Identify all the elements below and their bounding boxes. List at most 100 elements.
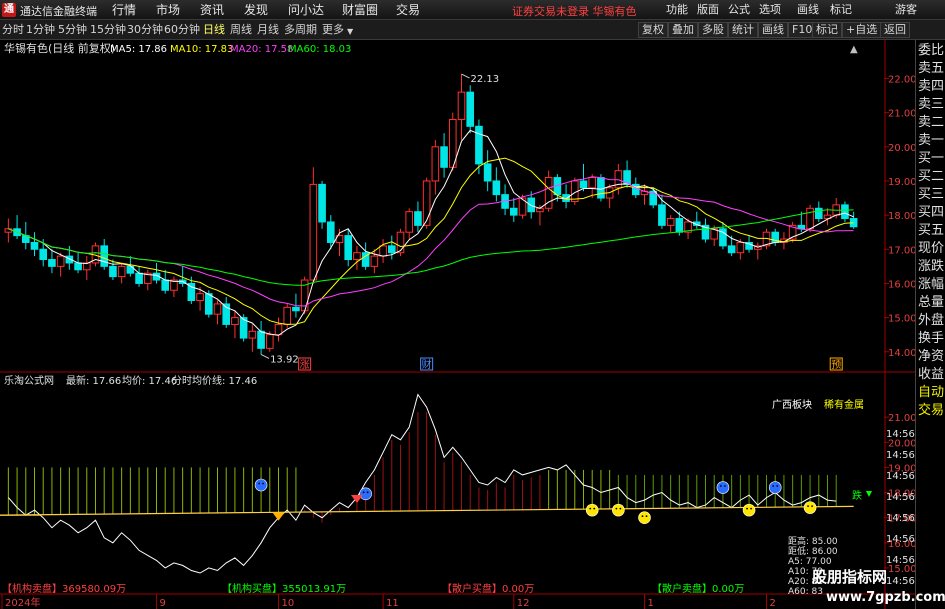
smile-face-icon-eye	[645, 515, 648, 518]
quote-field-label: 委比	[918, 43, 945, 58]
candle-body	[736, 241, 745, 254]
price-tick-label: 21.00	[888, 109, 915, 120]
quote-field-label: 卖五	[918, 61, 945, 76]
smile-face-icon	[742, 503, 756, 517]
candle-body	[806, 207, 814, 230]
candle-body	[414, 211, 422, 226]
menu-options[interactable]: 选项	[759, 3, 781, 17]
quote-field-label[interactable]: 自动	[918, 384, 945, 402]
candle-body	[309, 183, 318, 281]
more-chevron-icon[interactable]: ▼	[347, 25, 353, 39]
x-axis-label: 2024年	[5, 596, 40, 609]
stock-chart[interactable]: 22.00 21.00 20.00 19.00 18.00 17.00 16.00 15.00…	[0, 40, 917, 609]
stat-a60: A60: 83	[788, 587, 823, 597]
candle-body	[492, 180, 501, 196]
low-pointer	[260, 354, 270, 359]
menu-market[interactable]: 市场	[156, 3, 180, 17]
candle-body	[100, 245, 109, 267]
fall-signal-label: 跌	[852, 489, 862, 502]
candle-body	[344, 235, 353, 261]
menu-bar: 通 通达信金融终端 行情 市场 资讯 发现 问小达 财富圈 交易 证券交易未登录…	[0, 0, 945, 20]
candle-body	[318, 183, 326, 223]
candle-body	[379, 245, 387, 257]
smile-face-icon-eye	[589, 507, 592, 510]
low-price-label: 13.92	[270, 354, 299, 365]
tab-daily[interactable]: 日线	[203, 23, 225, 37]
tab-15min[interactable]: 15分钟	[90, 23, 126, 37]
chart-area[interactable]: 22.00 21.00 20.00 19.00 18.00 17.00 16.00 15.00…	[0, 40, 917, 609]
overlay-button[interactable]: 叠加	[668, 22, 698, 38]
menu-mark[interactable]: 标记	[830, 3, 852, 17]
time-tick-label: 14:56	[886, 471, 915, 482]
menu-layout[interactable]: 版面	[697, 3, 719, 17]
candle-body	[196, 293, 204, 302]
tab-1min[interactable]: 1分钟	[26, 23, 55, 37]
tab-monthly[interactable]: 月线	[257, 23, 279, 37]
indicator-avg-line: 分时均价线: 17.46	[172, 374, 257, 387]
multi-stock-button[interactable]: 多股	[698, 22, 728, 38]
menu-xiaoda[interactable]: 问小达	[288, 3, 324, 17]
price-tick-label: 20.00	[888, 143, 915, 154]
sad-face-icon-eye	[362, 491, 365, 494]
stock-title: 华锡有色(日线 前复权)	[4, 41, 115, 55]
mark-button[interactable]: 标记	[812, 22, 842, 38]
menu-wealth-circle[interactable]: 财富圈	[342, 3, 378, 17]
smile-face-icon-eye	[593, 507, 596, 510]
stats-button[interactable]: 统计	[728, 22, 758, 38]
quote-field-label: 换手	[918, 331, 945, 346]
sad-face-icon-eye	[262, 482, 264, 485]
time-tick-label: 14:56	[886, 576, 915, 587]
sad-face-icon-eye	[776, 485, 779, 487]
menu-quotes[interactable]: 行情	[112, 3, 136, 17]
sector-label-rare-metal: 稀有金属	[824, 398, 864, 411]
price-tick-label: 15.00	[888, 314, 915, 325]
tab-intraday[interactable]: 分时	[2, 23, 24, 37]
quote-field-label: 卖二	[918, 115, 945, 130]
retail-sell-label: 【散户卖盘】0.00万	[652, 582, 744, 595]
price-tick-label: 16.00	[888, 279, 915, 290]
candle-body	[292, 306, 300, 312]
quote-field-label: 买五	[918, 223, 945, 238]
smile-face-icon-eye	[619, 507, 622, 510]
draw-line-button[interactable]: 画线	[758, 22, 788, 38]
event-marker-label: 预	[831, 359, 841, 371]
quote-panel: 委比 卖五 卖四 卖三 卖二 卖一 买一 买二 买三 买四 买五 现价 涨跌 涨幅 总量 外盘 换手 净资 收益 自动…	[915, 40, 945, 609]
inst-sell-label: 【机构卖盘】369580.09万	[2, 582, 126, 595]
ma20-legend: MA20: 17.58	[230, 44, 293, 55]
menu-functions[interactable]: 功能	[666, 3, 688, 17]
candle-body	[588, 177, 597, 189]
retail-buy-label: 【散户买盘】0.00万	[442, 582, 534, 595]
tab-60min[interactable]: 60分钟	[164, 23, 200, 37]
candle-body	[353, 252, 361, 261]
guest-login[interactable]: 游客	[895, 3, 917, 17]
tab-30min[interactable]: 30分钟	[127, 23, 163, 37]
candle-body	[440, 146, 448, 168]
menu-discover[interactable]: 发现	[244, 3, 268, 17]
tab-more[interactable]: 更多	[322, 23, 344, 37]
ma5-legend: MA5: 17.86	[110, 44, 167, 55]
candle-body	[396, 231, 405, 254]
tab-5min[interactable]: 5分钟	[58, 23, 87, 37]
scroll-up-icon[interactable]: ▲	[850, 44, 858, 55]
price-tick-label: 18.00	[888, 211, 915, 222]
sad-face-icon-eye	[366, 491, 369, 494]
add-watchlist-button[interactable]: +自选	[842, 22, 882, 38]
menu-news[interactable]: 资讯	[200, 3, 224, 17]
candle-body	[527, 197, 536, 213]
time-tick-label: 14:56	[886, 513, 915, 524]
menu-formula[interactable]: 公式	[728, 3, 750, 17]
sad-face-icon-eye	[720, 485, 722, 487]
menu-draw[interactable]: 画线	[797, 3, 819, 17]
ma20-line	[8, 176, 854, 307]
back-button[interactable]: 返回	[880, 22, 910, 38]
candle-body	[370, 255, 379, 267]
adjust-button[interactable]: 复权	[638, 22, 668, 38]
x-axis-label: 10	[282, 598, 295, 609]
time-tick-label: 14:56	[886, 429, 915, 440]
tab-multi-period[interactable]: 多周期	[284, 23, 317, 37]
quote-field-label[interactable]: 交易	[918, 402, 945, 420]
candle-body	[431, 146, 440, 182]
tab-weekly[interactable]: 周线	[230, 23, 252, 37]
candle-body	[841, 204, 849, 220]
menu-trade[interactable]: 交易	[396, 3, 420, 17]
